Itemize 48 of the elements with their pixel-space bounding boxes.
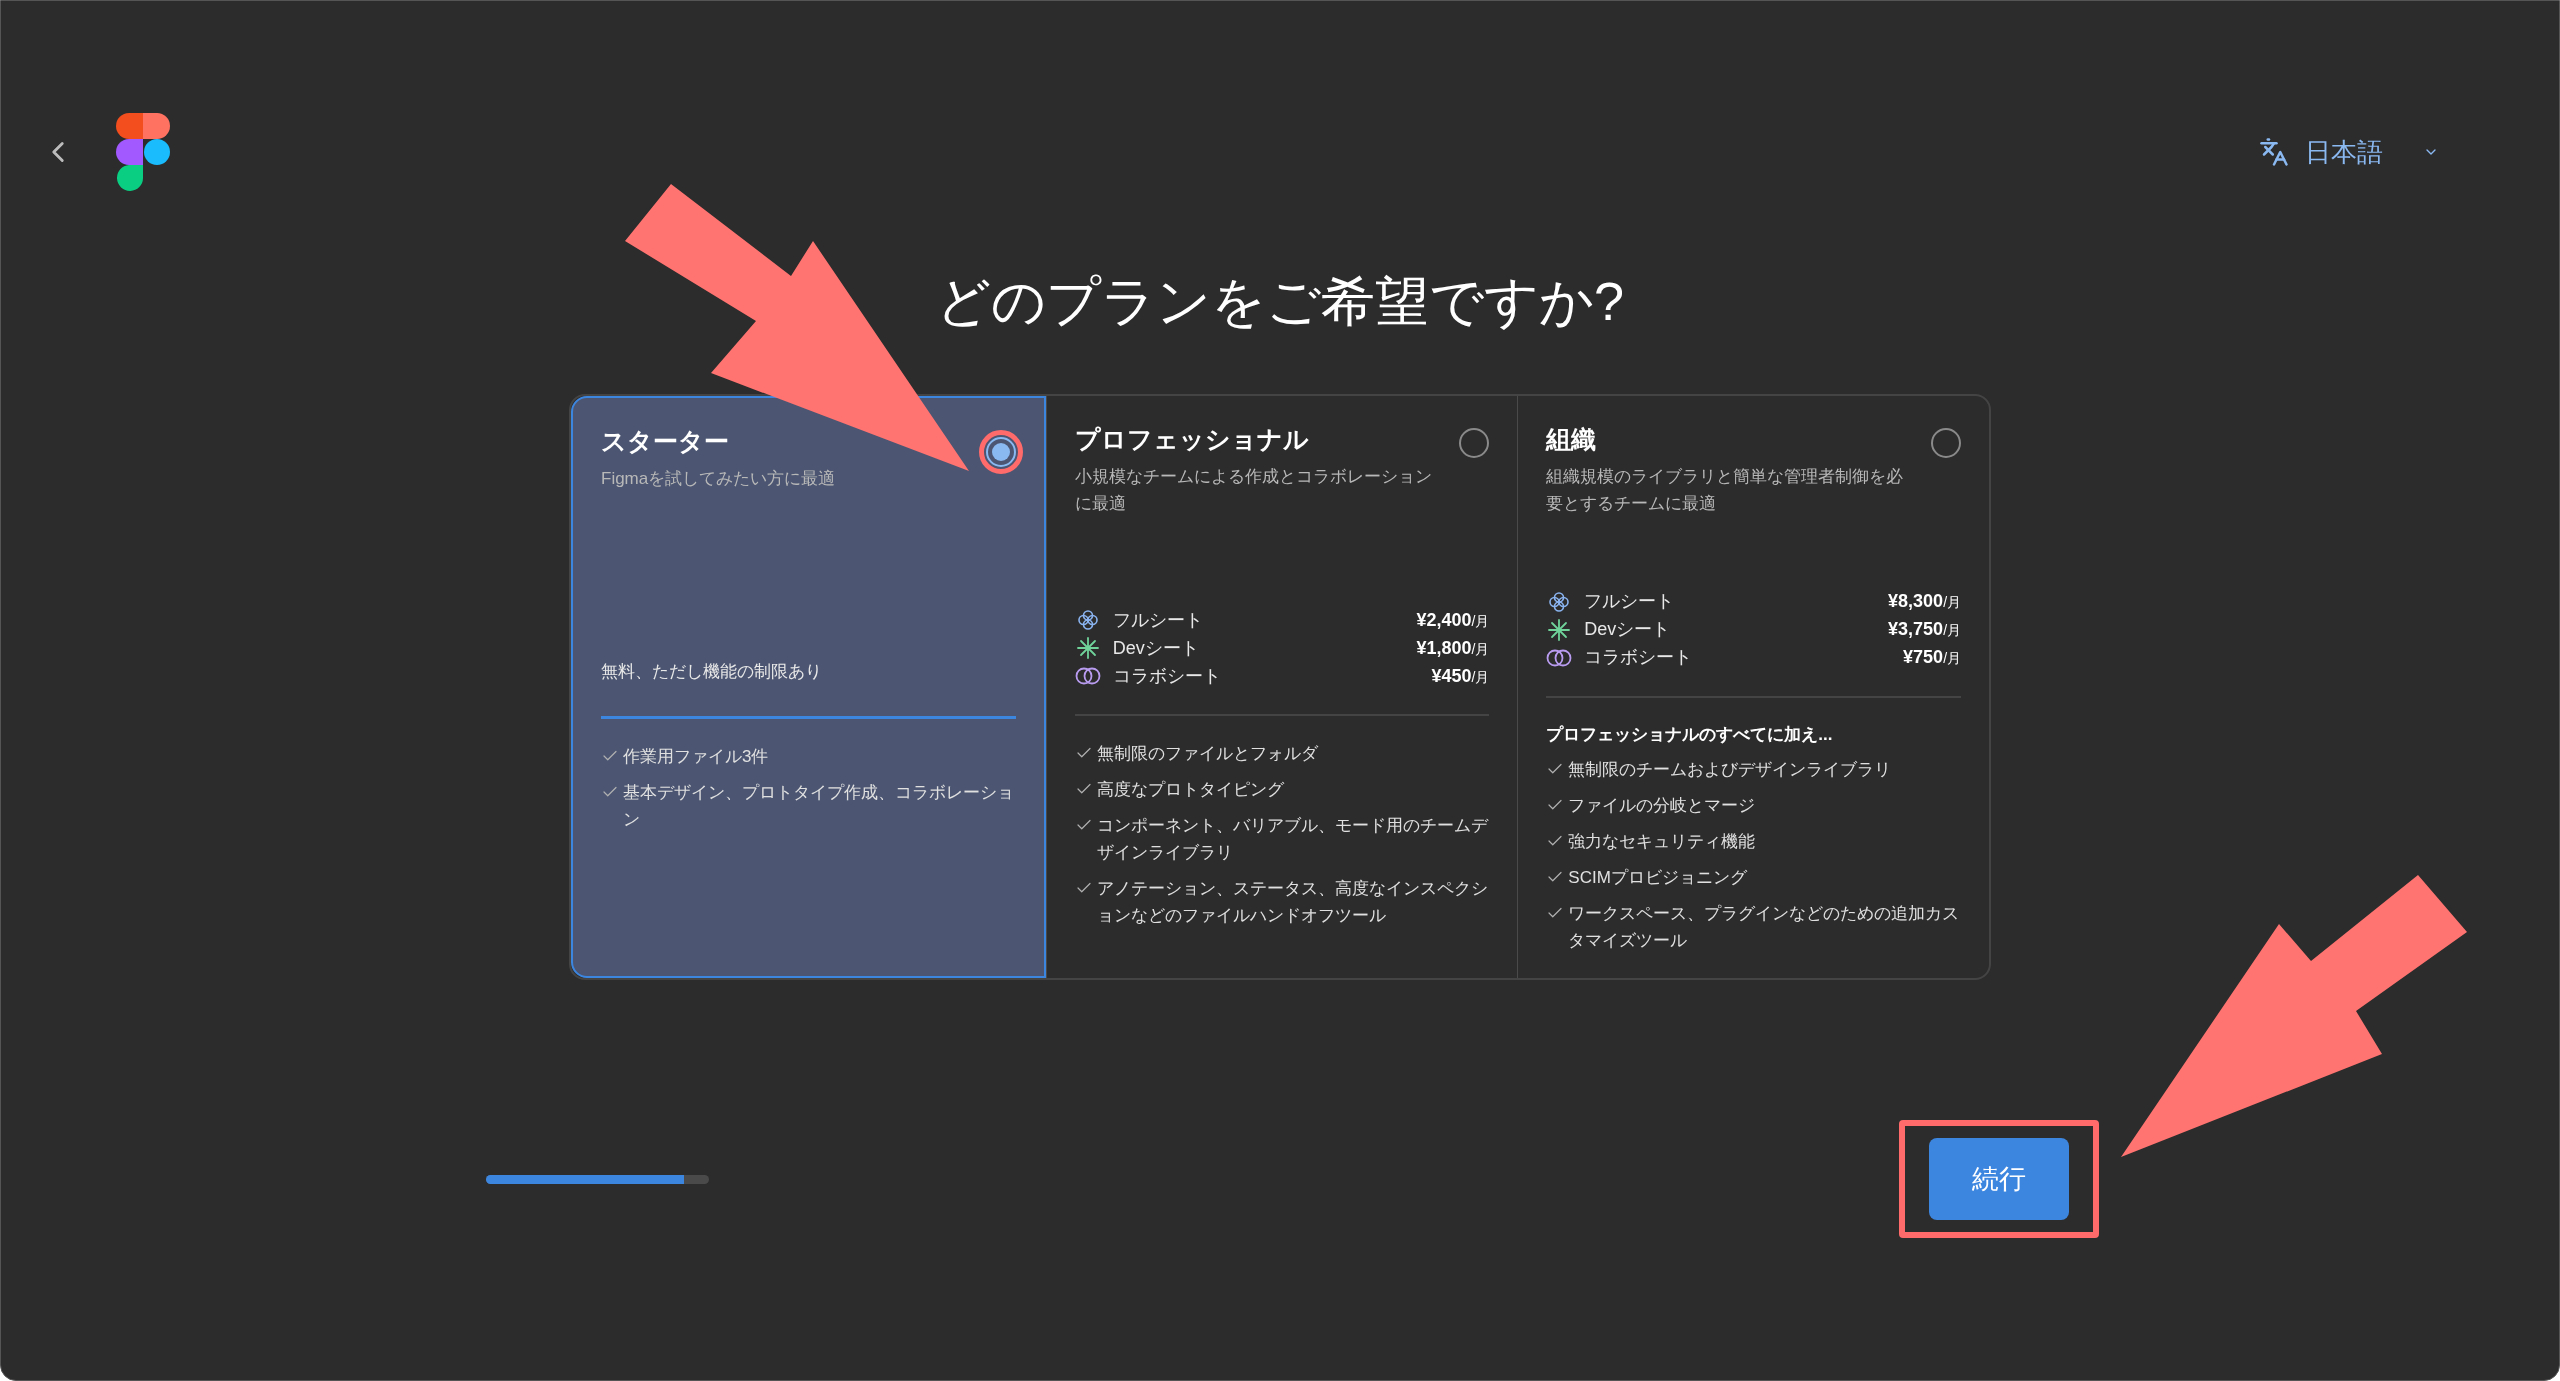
- plan-name: 組織: [1546, 424, 1598, 455]
- seat-price: ¥2,400/月: [1416, 608, 1490, 632]
- seat-label: フルシート: [1112, 608, 1203, 632]
- features-heading: プロフェッショナルのすべてに加え...: [1546, 723, 1834, 746]
- linked-circles-icon: [1074, 666, 1101, 686]
- feature-text: コンポーネント、バリアブル、モード用のチームデザインライブラリ: [1096, 815, 1490, 864]
- seat-price: ¥3,750/月: [1888, 618, 1961, 642]
- seat-label: フルシート: [1584, 590, 1675, 614]
- four-circles-icon: [1076, 609, 1099, 631]
- logo-icon: [115, 113, 171, 191]
- seat-price: ¥1,800/月: [1416, 636, 1490, 660]
- radio-button[interactable]: [1459, 428, 1490, 458]
- feature-text: 高度なプロトタイピング: [1096, 779, 1284, 801]
- seat-label: Devシート: [1112, 636, 1199, 660]
- feature-text: 作業用ファイル3件: [623, 746, 769, 768]
- seat-price: ¥450/月: [1431, 664, 1490, 688]
- page-title: どのプランをご希望ですか?: [934, 270, 1625, 333]
- linked-circles-icon: [1546, 647, 1573, 668]
- language-selector[interactable]: 日本語: [2259, 132, 2439, 172]
- seat-label: コラボシート: [1584, 646, 1693, 670]
- plan-card[interactable]: スターター Figmaを試してみたい方に最適 無料、ただし機能の制限あり 作業用ファイル3件 基本デザイン、プロトタイプ作成、コラボレーション: [571, 396, 1046, 978]
- radio-button[interactable]: [985, 437, 1016, 467]
- feature-text: アノテーション、ステータス、高度なインスペクションなどのファイルハンドオフツール: [1096, 878, 1489, 927]
- feature-text: 無制限のチームおよびデザインライブラリ: [1568, 759, 1892, 781]
- feature-text: 基本デザイン、プロトタイプ作成、コラボレーション: [623, 782, 1015, 831]
- seat-price: ¥750/月: [1903, 646, 1961, 670]
- seat-price: ¥8,300/月: [1888, 590, 1961, 614]
- plan-card[interactable]: 組織 組織規模のライブラリと簡単な管理者制御を必要とするチームに最適 フルシート ¥8,300/月 Devシート ¥3,750/月 コラボシート ¥750/月 プロフェッショナルのすべてに加え... 無制限のチームおよびデザインライブラリ ファイルの分岐とマージ 強力なセキュリティ機能 SCIMプロビジョニング ワークスペース、プラグインなどのための追加カスタマイズツール: [1517, 396, 1989, 978]
- plan-card[interactable]: プロフェッショナル 小規模なチームによる作成とコラボレーションに最適 フルシート ¥2,400/月 Devシート ¥1,800/月 コラボシート ¥450/月 無制限のファイルとフォルダ 高度なプロトタイピング コンポーネント、バリアブル、モード用のチームデザインライブラリ アノテーション、ステータス、高度なインスペクションなどのファイルハンドオフツール: [1045, 396, 1518, 978]
- price-note: 無料、ただし機能の制限あり: [601, 660, 823, 683]
- feature-text: ワークスペース、プラグインなどのための追加カスタマイズツール: [1568, 903, 1961, 952]
- seat-label: コラボシート: [1112, 664, 1221, 688]
- feature-text: 無制限のファイルとフォルダ: [1096, 743, 1318, 765]
- plan-name: プロフェッショナル: [1074, 424, 1310, 455]
- plan-description: 小規模なチームによる作成とコラボレーションに最適: [1074, 466, 1433, 516]
- plan-description: Figmaを試してみたい方に最適: [601, 468, 836, 491]
- feature-text: ファイルの分岐とマージ: [1568, 795, 1756, 817]
- plan-description: 組織規模のライブラリと簡単な管理者制御を必要とするチームに最適: [1546, 466, 1905, 516]
- plan-name: スターター: [601, 426, 730, 457]
- asterisk-icon: [1076, 637, 1099, 659]
- feature-text: SCIMプロビジョニング: [1568, 867, 1747, 889]
- four-circles-icon: [1548, 590, 1571, 613]
- translate-icon: [2259, 137, 2289, 167]
- continue-button[interactable]: 続行: [1929, 1138, 2069, 1220]
- feature-text: 強力なセキュリティ機能: [1568, 831, 1756, 853]
- asterisk-icon: [1548, 618, 1571, 641]
- seat-label: Devシート: [1584, 618, 1671, 642]
- radio-button[interactable]: [1931, 428, 1961, 458]
